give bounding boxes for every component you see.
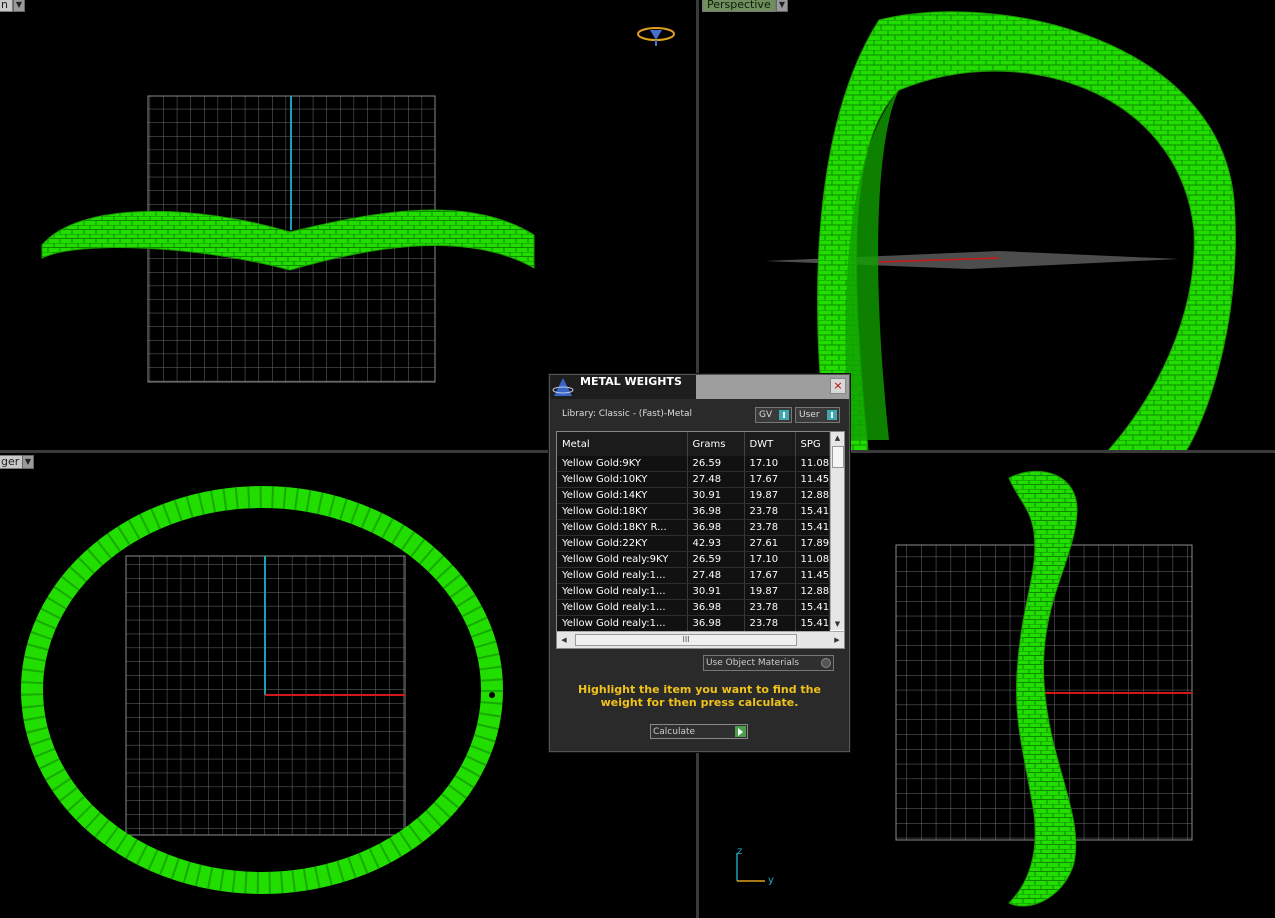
cell-dwt: 23.78 [744,519,796,536]
cell-dwt: 19.87 [744,487,796,504]
library-label: Library: Classic - (Fast)-Metal [562,409,693,419]
scroll-right-icon[interactable]: ▶ [830,632,844,648]
table-row[interactable]: Yellow Gold:18KY 36.98 23.78 15.41 [557,503,830,520]
axis-z-label: z [737,846,743,857]
scroll-up-icon[interactable]: ▲ [831,432,844,444]
cell-metal: Yellow Gold realy:1... [557,567,688,584]
cell-dwt: 17.10 [744,551,796,568]
viewport-menu-arrow[interactable]: ▼ [776,0,788,12]
cell-spg: 17.89 [795,535,830,552]
cell-metal: Yellow Gold realy:1... [557,599,688,616]
cell-grams: 26.59 [687,551,745,568]
cell-grams: 27.48 [687,471,745,488]
calculate-label: Calculate [653,727,696,737]
horizontal-scrollbar[interactable]: ◀ III ▶ [557,631,844,648]
viewport-label[interactable]: Perspective [702,0,776,12]
cell-spg: 15.41 [795,503,830,520]
cell-dwt: 17.67 [744,567,796,584]
cell-metal: Yellow Gold realy:1... [557,615,688,632]
metal-table: Metal Grams DWT SPG Yellow Gold:9KY 26.59… [557,432,830,632]
use-object-materials-toggle[interactable]: Use Object Materials [703,655,834,671]
cell-grams: 30.91 [687,583,745,600]
cell-dwt: 19.87 [744,583,796,600]
cell-metal: Yellow Gold:10KY [557,471,688,488]
cell-spg: 11.45 [795,471,830,488]
cell-spg: 15.41 [795,599,830,616]
column-header-metal[interactable]: Metal [557,432,688,456]
cell-metal: Yellow Gold realy:1... [557,583,688,600]
scroll-thumb[interactable]: III [575,634,797,646]
cell-dwt: 23.78 [744,599,796,616]
gv-toggle-label: GV [759,410,773,420]
radio-icon[interactable] [821,658,831,668]
axis-y-label: y [768,875,774,886]
toggle-knob-icon [779,410,789,420]
table-row[interactable]: Yellow Gold realy:1... 36.98 23.78 15.41 [557,599,830,616]
dialog-titlebar[interactable]: METAL WEIGHTS × [550,375,849,399]
table-row[interactable]: Yellow Gold:22KY 42.93 27.61 17.89 [557,535,830,552]
cell-dwt: 17.10 [744,456,796,472]
viewport-label[interactable]: ger [0,455,25,469]
user-toggle[interactable]: User [795,407,840,423]
instruction-text: Highlight the item you want to find the … [578,683,821,709]
column-header-grams[interactable]: Grams [687,432,745,456]
calculate-button[interactable]: Calculate [650,724,748,739]
vertical-scrollbar[interactable]: ▲ ▼ [830,432,844,630]
table-row[interactable]: Yellow Gold realy:1... 30.91 19.87 12.88 [557,583,830,600]
metal-weights-grid[interactable]: Metal Grams DWT SPG Yellow Gold:9KY 26.59… [556,431,845,649]
gv-toggle[interactable]: GV [755,407,792,423]
table-row[interactable]: Yellow Gold:9KY 26.59 17.10 11.08 [557,456,830,472]
cell-spg: 15.41 [795,519,830,536]
cell-dwt: 23.78 [744,615,796,632]
table-row[interactable]: Yellow Gold realy:1... 27.48 17.67 11.45 [557,567,830,584]
cell-grams: 27.48 [687,567,745,584]
cell-metal: Yellow Gold:9KY [557,456,688,472]
table-row[interactable]: Yellow Gold:14KY 30.91 19.87 12.88 [557,487,830,504]
cell-spg: 11.08 [795,456,830,472]
cell-spg: 15.41 [795,615,830,632]
scroll-down-icon[interactable]: ▼ [831,618,844,630]
table-row[interactable]: Yellow Gold realy:1... 36.98 23.78 15.41 [557,615,830,632]
play-icon[interactable] [735,726,746,737]
cell-dwt: 17.67 [744,471,796,488]
scroll-thumb[interactable] [832,446,844,468]
cell-grams: 36.98 [687,599,745,616]
table-row[interactable]: Yellow Gold:18KY R... 36.98 23.78 15.41 [557,519,830,536]
cell-grams: 36.98 [687,503,745,520]
viewport-menu-arrow[interactable]: ▼ [13,0,25,12]
cell-grams: 42.93 [687,535,745,552]
cell-spg: 12.88 [795,583,830,600]
metal-weights-dialog: METAL WEIGHTS × Library: Classic - (Fast… [549,374,850,752]
table-row[interactable]: Yellow Gold realy:9KY 26.59 17.10 11.08 [557,551,830,568]
cell-metal: Yellow Gold realy:9KY [557,551,688,568]
cell-metal: Yellow Gold:18KY R... [557,519,688,536]
column-header-dwt[interactable]: DWT [744,432,796,456]
cell-dwt: 23.78 [744,503,796,520]
cell-grams: 30.91 [687,487,745,504]
toggle-knob-icon [827,410,837,420]
cell-spg: 11.45 [795,567,830,584]
scroll-left-icon[interactable]: ◀ [557,632,571,648]
cell-spg: 12.88 [795,487,830,504]
close-icon[interactable]: × [830,378,846,394]
column-header-spg[interactable]: SPG [795,432,830,456]
matrix-logo-icon [552,378,574,396]
cell-metal: Yellow Gold:14KY [557,487,688,504]
use-object-materials-label: Use Object Materials [706,658,800,668]
viewport-menu-arrow[interactable]: ▼ [22,455,34,469]
navigation-gizmo-icon[interactable] [636,24,678,48]
cell-dwt: 27.61 [744,535,796,552]
cell-grams: 36.98 [687,519,745,536]
user-toggle-label: User [799,410,820,420]
cell-spg: 11.08 [795,551,830,568]
cell-metal: Yellow Gold:18KY [557,503,688,520]
cell-grams: 26.59 [687,456,745,472]
viewport-label[interactable]: n [0,0,13,12]
cell-grams: 36.98 [687,615,745,632]
dialog-title: METAL WEIGHTS [580,375,682,388]
cell-metal: Yellow Gold:22KY [557,535,688,552]
table-row[interactable]: Yellow Gold:10KY 27.48 17.67 11.45 [557,471,830,488]
